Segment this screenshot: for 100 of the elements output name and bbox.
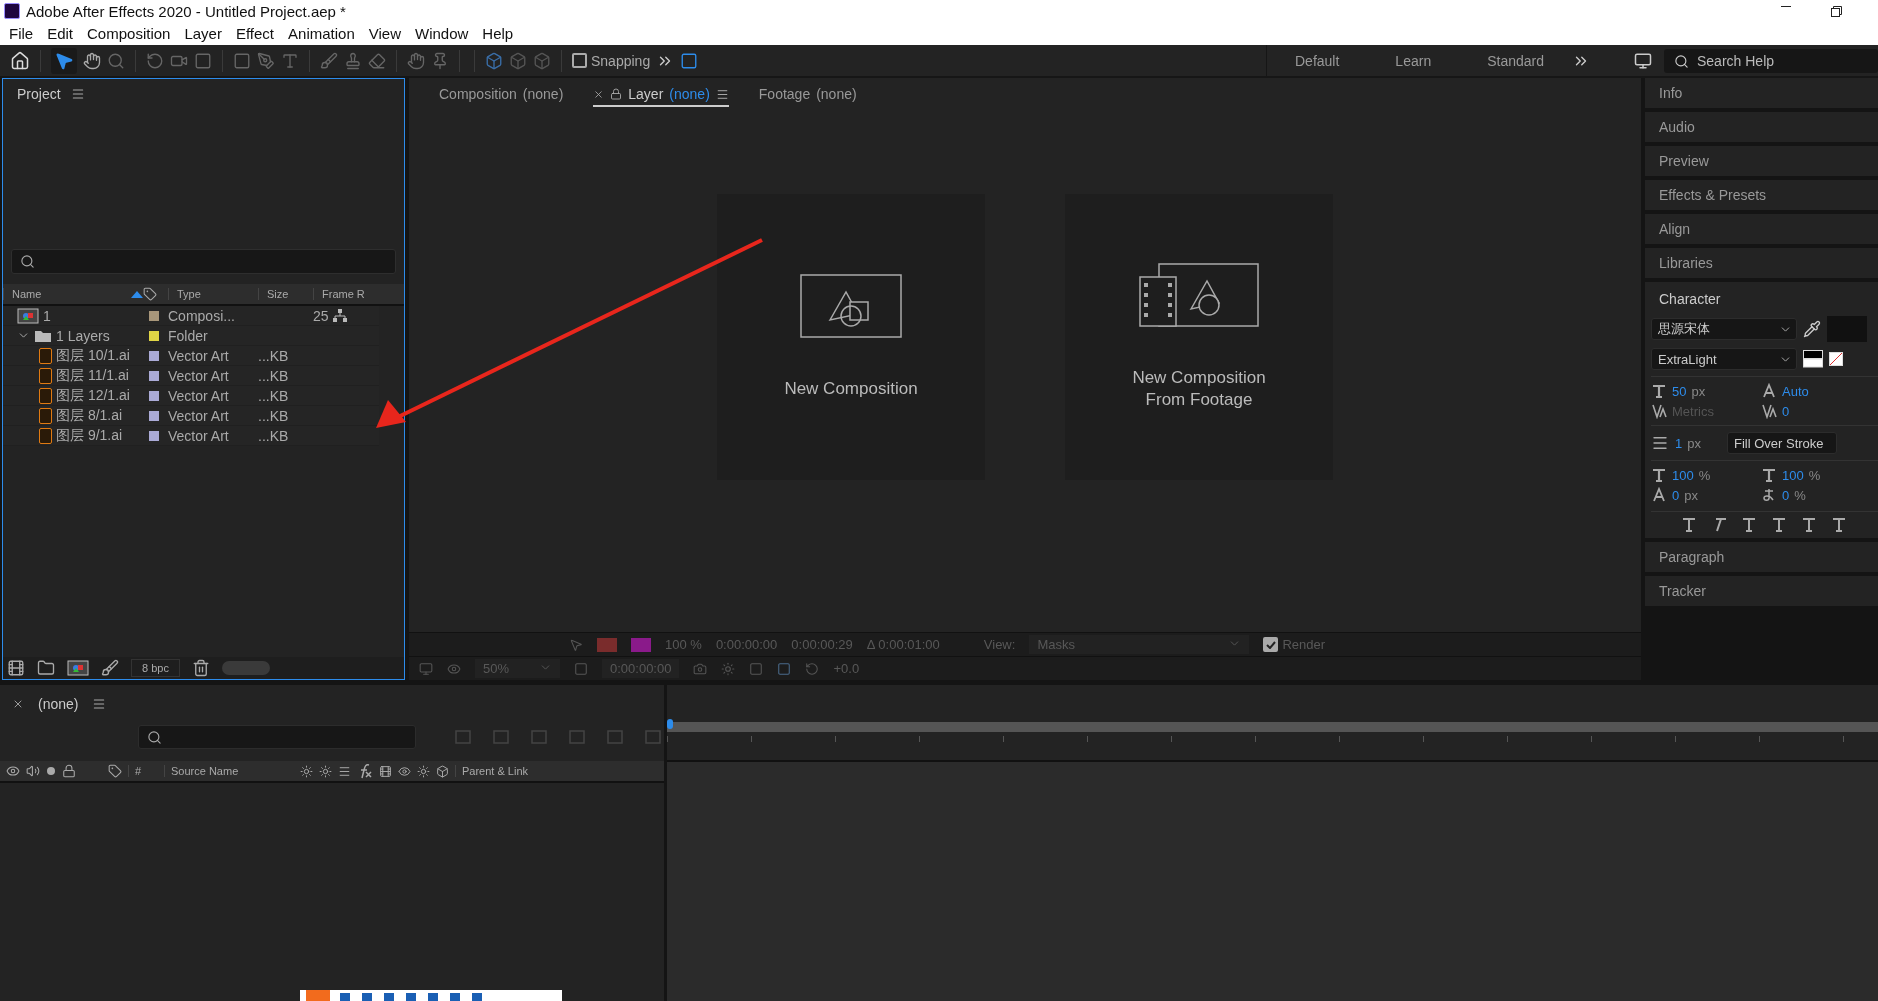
item-type: Vector Art (168, 347, 230, 364)
all-caps-icon[interactable] (1741, 518, 1757, 532)
audio-icon[interactable] (26, 764, 40, 778)
scrollbar[interactable] (221, 661, 270, 675)
item-size: ...KB (258, 367, 289, 384)
monitor-icon[interactable] (419, 661, 433, 676)
new-composition-card[interactable]: New Composition From Footage (1065, 194, 1333, 480)
close-icon[interactable] (593, 88, 605, 100)
column-header[interactable]: # (128, 765, 158, 777)
column-header[interactable]: Type (168, 288, 258, 300)
playhead-icon[interactable] (667, 719, 673, 729)
font-family-dropdown[interactable]: 思源宋体 (1651, 318, 1797, 340)
item-name: 1 (43, 307, 51, 324)
column-header[interactable]: Size (258, 288, 313, 300)
interpret-footage-icon[interactable] (7, 659, 25, 677)
item-name: 图层 10/1.ai (56, 346, 130, 365)
snapshot-icon[interactable] (693, 661, 708, 676)
illustrator-file-icon (39, 407, 52, 424)
menu-icon[interactable] (70, 87, 85, 101)
minimize-icon[interactable] (1781, 5, 1791, 8)
vertical-scale-icon (1651, 467, 1667, 483)
composition-icon (67, 660, 89, 676)
trash-icon[interactable] (191, 659, 210, 677)
eye-icon[interactable] (6, 764, 20, 778)
menu-item[interactable]: View (361, 25, 408, 42)
tag-icon[interactable] (143, 287, 157, 301)
value-field[interactable]: 1 (1675, 435, 1683, 451)
viewer-tab[interactable]: Layer (none) (593, 83, 729, 107)
pin-icon[interactable] (431, 51, 449, 70)
menu-item[interactable]: Edit (40, 25, 81, 42)
cube-icon[interactable] (436, 764, 449, 778)
value-field[interactable]: 0 (1782, 487, 1790, 503)
menu-item[interactable]: Help (475, 25, 521, 42)
workspace-tab[interactable]: Standard (1459, 52, 1572, 69)
item-type: Vector Art (168, 407, 230, 424)
no-color-swatch-icon[interactable] (1829, 352, 1843, 366)
menu-item[interactable]: File (2, 25, 41, 42)
stroke-mode-dropdown[interactable]: Fill Over Stroke (1726, 432, 1837, 454)
value-field[interactable]: 50 (1672, 383, 1687, 399)
search-field[interactable] (138, 725, 416, 749)
value-field[interactable]: Auto (1782, 383, 1809, 399)
search-help-field[interactable]: Search Help (1664, 48, 1878, 73)
viewer-tab[interactable]: Composition (none) (439, 83, 564, 107)
superscript-icon[interactable] (1801, 518, 1817, 532)
workspace-tab[interactable]: Learn (1367, 52, 1460, 69)
horizontal-scale-icon (1761, 467, 1777, 483)
column-header[interactable]: Source Name (164, 765, 294, 777)
stamp-icon[interactable] (344, 51, 362, 70)
menu-icon[interactable] (92, 697, 107, 711)
menu-item[interactable]: Window (408, 25, 476, 42)
search-field[interactable] (11, 249, 396, 274)
bold-icon[interactable] (1681, 518, 1697, 532)
bit-depth-button[interactable]: 8 bpc (131, 659, 180, 677)
composition-title: (none) (38, 696, 79, 712)
value-field[interactable]: 100 (1782, 467, 1804, 483)
menu-item[interactable]: Layer (177, 25, 229, 42)
lock-icon[interactable] (610, 88, 623, 100)
rectangle-icon[interactable] (233, 51, 251, 70)
font-style-dropdown[interactable]: ExtraLight (1651, 348, 1797, 370)
home-icon[interactable] (10, 50, 30, 71)
value-field[interactable]: 0 (1672, 487, 1680, 503)
subscript-icon[interactable] (1831, 518, 1847, 532)
rotate-icon[interactable] (146, 51, 164, 70)
new-composition-card[interactable]: New Composition (717, 194, 985, 480)
workspace-tab[interactable]: Default (1267, 52, 1368, 69)
search-icon[interactable] (147, 729, 162, 745)
viewer-tab[interactable]: Footage (none) (758, 83, 857, 107)
search-icon[interactable] (20, 254, 35, 269)
color-swatch-icon (597, 637, 617, 652)
small-caps-icon[interactable] (1771, 518, 1787, 532)
zoom-icon[interactable] (107, 51, 125, 70)
snapping-checkbox[interactable]: Snapping (572, 52, 651, 69)
menu-item[interactable]: Animation (281, 25, 362, 42)
selection-tool-icon[interactable] (51, 47, 77, 74)
close-icon[interactable] (12, 698, 24, 710)
menu-item[interactable]: Effect (228, 25, 282, 42)
stroke-width-icon[interactable] (1651, 434, 1669, 452)
menu-item[interactable]: Composition (80, 25, 178, 42)
default-colors-icon[interactable] (1803, 350, 1823, 368)
tag-icon[interactable] (108, 764, 122, 778)
item-type: Vector Art (168, 387, 230, 404)
lock-icon[interactable] (62, 764, 76, 778)
brush-icon[interactable] (320, 51, 338, 70)
menu-icon[interactable] (715, 87, 729, 101)
column-header[interactable]: Parent & Link (455, 765, 585, 777)
eyedropper-icon[interactable] (1803, 320, 1821, 338)
column-header[interactable]: Name (3, 288, 143, 300)
restore-icon[interactable] (1831, 5, 1842, 17)
value-field[interactable]: 0 (1782, 403, 1790, 419)
value-field[interactable]: 100 (1672, 467, 1694, 483)
search-icon[interactable] (1674, 53, 1689, 69)
pen-icon[interactable] (257, 51, 275, 70)
column-header[interactable]: Frame R (313, 288, 404, 300)
eraser-icon[interactable] (368, 51, 386, 70)
hand-icon[interactable] (83, 51, 101, 70)
item-size: ...KB (258, 427, 289, 444)
folder-icon[interactable] (37, 659, 55, 677)
text-icon[interactable] (281, 51, 299, 70)
item-type: Vector Art (168, 427, 230, 444)
unit-label: % (1698, 467, 1711, 483)
